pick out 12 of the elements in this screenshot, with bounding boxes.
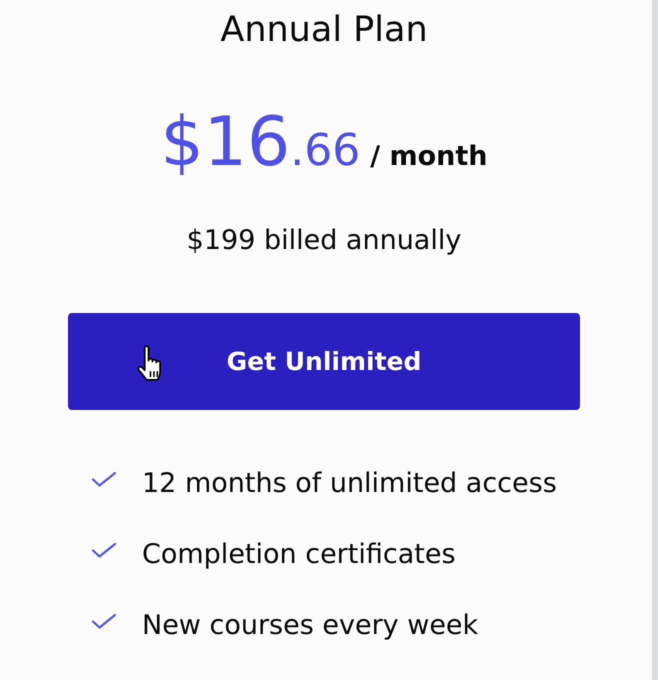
check-icon	[92, 472, 116, 486]
feature-text: Completion certificates	[142, 540, 456, 568]
pointer-hand-icon	[136, 344, 164, 381]
get-unlimited-button[interactable]: Get Unlimited	[68, 313, 580, 410]
billing-note: $199 billed annually	[186, 227, 462, 254]
price-amount: $16.66	[160, 109, 360, 177]
check-icon	[92, 542, 116, 558]
feature-text: New courses every week	[142, 612, 478, 638]
feature-text: 12 months of unlimited access	[142, 470, 557, 496]
plan-title: Annual Plan	[220, 13, 428, 48]
check-icon	[92, 614, 116, 628]
price-period: / month	[370, 143, 488, 170]
